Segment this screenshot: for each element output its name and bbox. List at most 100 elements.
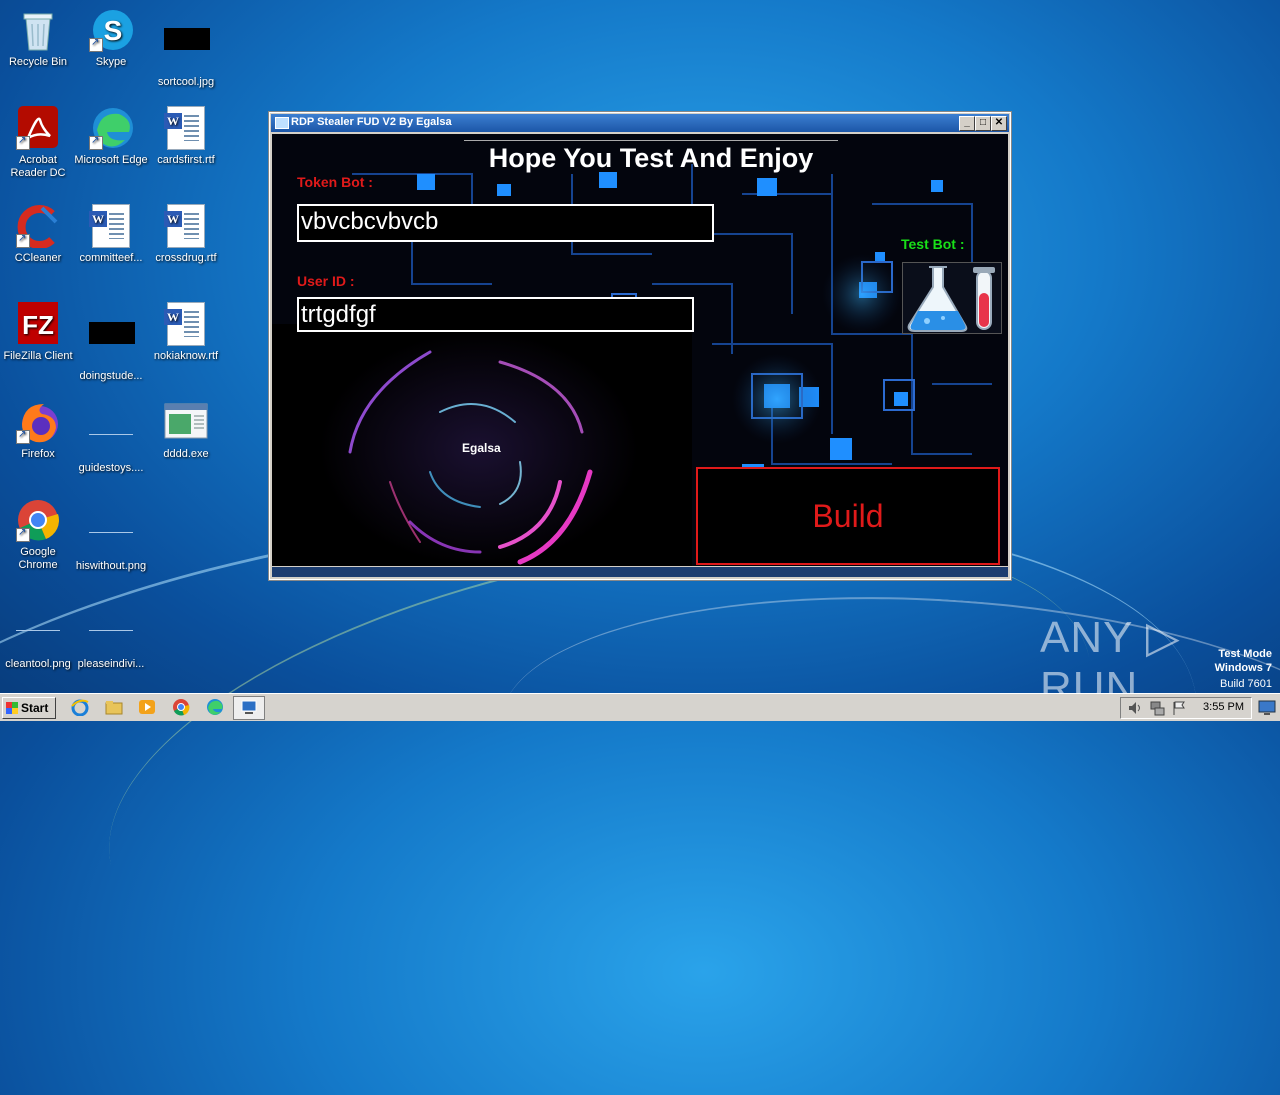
- token-bot-label: Token Bot :: [297, 174, 373, 190]
- user-id-input[interactable]: trtgdfgf: [297, 297, 694, 332]
- minimize-button[interactable]: _: [959, 116, 975, 131]
- title-bar[interactable]: RDP Stealer FUD V2 By Egalsa _ □ ✕: [271, 114, 1009, 132]
- taskbar-clock[interactable]: 3:55 PM: [1203, 701, 1244, 713]
- exe-file-icon: [164, 400, 208, 444]
- desktop-icon-label: pleaseindivi...: [77, 658, 145, 670]
- shortcut-arrow-icon: [16, 134, 30, 150]
- word-doc-icon: W: [164, 106, 208, 150]
- image-file-icon: [89, 322, 135, 366]
- desktop-icon-label: cleantool.png: [5, 658, 71, 670]
- firefox-icon: [16, 400, 60, 444]
- speaker-icon[interactable]: [1127, 700, 1143, 721]
- start-button[interactable]: Start: [2, 697, 56, 719]
- desktop-icon-crossdrug[interactable]: W crossdrug.rtf: [148, 204, 224, 265]
- vortex-label: Egalsa: [462, 441, 501, 455]
- chemistry-flask-icon: [907, 266, 995, 332]
- desktop-icon-guidestoys[interactable]: guidestoys....: [73, 400, 149, 475]
- action-center-flag-icon[interactable]: [1171, 700, 1187, 721]
- desktop-icon-label: committeef...: [79, 252, 143, 264]
- desktop-icon-label: FileZilla Client: [3, 350, 73, 362]
- shortcut-arrow-icon: [89, 36, 103, 52]
- desktop-icon-label: nokiaknow.rtf: [153, 350, 219, 362]
- taskbar-chrome-icon[interactable]: [171, 698, 191, 716]
- desktop-icon-chrome[interactable]: Google Chrome: [0, 498, 76, 572]
- network-icon[interactable]: [1149, 700, 1165, 721]
- desktop-icon-label: cardsfirst.rtf: [157, 154, 215, 166]
- edge-icon: [89, 106, 133, 150]
- desktop-icon-label: guidestoys....: [78, 462, 144, 474]
- desktop-icon-acrobat[interactable]: Acrobat Reader DC: [0, 106, 76, 180]
- taskbar-media-player-icon[interactable]: [137, 698, 157, 716]
- desktop-icon-label: Recycle Bin: [8, 56, 68, 68]
- desktop-icon-label: doingstude...: [79, 370, 143, 382]
- desktop-icon-label: hiswithout.png: [75, 560, 147, 572]
- desktop-icon-sortcool[interactable]: sortcool.jpg: [148, 8, 224, 89]
- build-number-text: Build 7601: [1220, 678, 1272, 690]
- acrobat-icon: [16, 106, 60, 150]
- desktop-icon-nokiaknow[interactable]: W nokiaknow.rtf: [148, 302, 224, 363]
- test-bot-button[interactable]: [902, 262, 1002, 334]
- taskbar: Start 3:55 PM: [0, 693, 1280, 721]
- desktop-icon-hiswithout[interactable]: hiswithout.png: [73, 498, 149, 573]
- desktop-icon-firefox[interactable]: Firefox: [0, 400, 76, 461]
- ccleaner-icon: [16, 204, 60, 249]
- desktop-icon-label: Microsoft Edge: [74, 154, 148, 166]
- windows-flag-icon: [6, 702, 18, 714]
- shortcut-arrow-icon: [16, 232, 30, 248]
- windows-version-text: Windows 7: [1214, 662, 1272, 674]
- svg-text:FZ: FZ: [22, 310, 54, 340]
- desktop-icon-filezilla[interactable]: FZ FileZilla Client: [0, 302, 76, 363]
- desktop-icon-label: dddd.exe: [163, 448, 209, 460]
- desktop-icon-dddd[interactable]: dddd.exe: [148, 400, 224, 461]
- desktop-icon-committeef[interactable]: W committeef...: [73, 204, 149, 265]
- blank-file-icon: [16, 610, 60, 654]
- blank-file-icon: [89, 512, 133, 556]
- recycle-bin-icon: [16, 8, 60, 52]
- app-window: RDP Stealer FUD V2 By Egalsa _ □ ✕ Hope …: [268, 111, 1012, 581]
- desktop-icon-label: sortcool.jpg: [157, 76, 215, 88]
- desktop-icon-ccleaner[interactable]: CCleaner: [0, 204, 76, 265]
- desktop-icon-recycle-bin[interactable]: Recycle Bin: [0, 8, 76, 69]
- desktop-icon-label: Firefox: [21, 448, 55, 460]
- desktop-icon-cleantool[interactable]: cleantool.png: [0, 596, 76, 671]
- app-window-icon: [275, 117, 289, 129]
- taskbar-explorer-icon[interactable]: [104, 698, 124, 716]
- image-file-icon: [164, 28, 210, 72]
- desktop-icon-edge[interactable]: Microsoft Edge: [73, 106, 149, 167]
- blank-file-icon: [89, 610, 133, 654]
- test-bot-label: Test Bot :: [901, 236, 965, 252]
- word-doc-icon: W: [164, 204, 208, 248]
- start-label: Start: [21, 701, 49, 715]
- desktop-icon-label: CCleaner: [14, 252, 62, 264]
- token-bot-input[interactable]: vbvcbcvbvcb: [297, 204, 714, 242]
- word-doc-icon: W: [89, 204, 133, 248]
- desktop-icon-label: Acrobat Reader DC: [10, 154, 66, 179]
- close-button[interactable]: ✕: [991, 116, 1007, 131]
- blank-file-icon: [89, 414, 133, 458]
- shortcut-arrow-icon: [16, 526, 30, 542]
- chrome-icon: [16, 498, 60, 542]
- desktop-icon-skype[interactable]: S Skype: [73, 8, 149, 69]
- desktop-icon-label: crossdrug.rtf: [155, 252, 217, 264]
- headline: Hope You Test And Enjoy: [464, 140, 838, 174]
- build-button[interactable]: Build: [696, 467, 1000, 565]
- taskbar-ie-icon[interactable]: [70, 698, 90, 717]
- svg-text:S: S: [104, 15, 123, 46]
- show-desktop-button[interactable]: [1256, 697, 1278, 717]
- desktop-icon-doingstude[interactable]: doingstude...: [73, 302, 149, 383]
- app-client-area: Hope You Test And Enjoy Token Bot : vbvc…: [272, 134, 1008, 566]
- filezilla-icon: FZ: [16, 302, 60, 346]
- taskbar-app-rdp-stealer[interactable]: [233, 696, 265, 720]
- desktop-icon-label: Skype: [95, 56, 127, 68]
- shortcut-arrow-icon: [89, 134, 103, 150]
- taskbar-edge-icon[interactable]: [205, 698, 225, 716]
- desktop-icon-pleaseindivi[interactable]: pleaseindivi...: [73, 596, 149, 671]
- desktop-icon-cardsfirst[interactable]: W cardsfirst.rtf: [148, 106, 224, 167]
- skype-icon: S: [89, 8, 133, 52]
- word-doc-icon: W: [164, 302, 208, 346]
- maximize-button[interactable]: □: [975, 116, 991, 131]
- test-mode-text: Test Mode: [1218, 648, 1272, 660]
- shortcut-arrow-icon: [16, 428, 30, 444]
- window-title: RDP Stealer FUD V2 By Egalsa: [291, 116, 452, 128]
- user-id-label: User ID :: [297, 273, 355, 289]
